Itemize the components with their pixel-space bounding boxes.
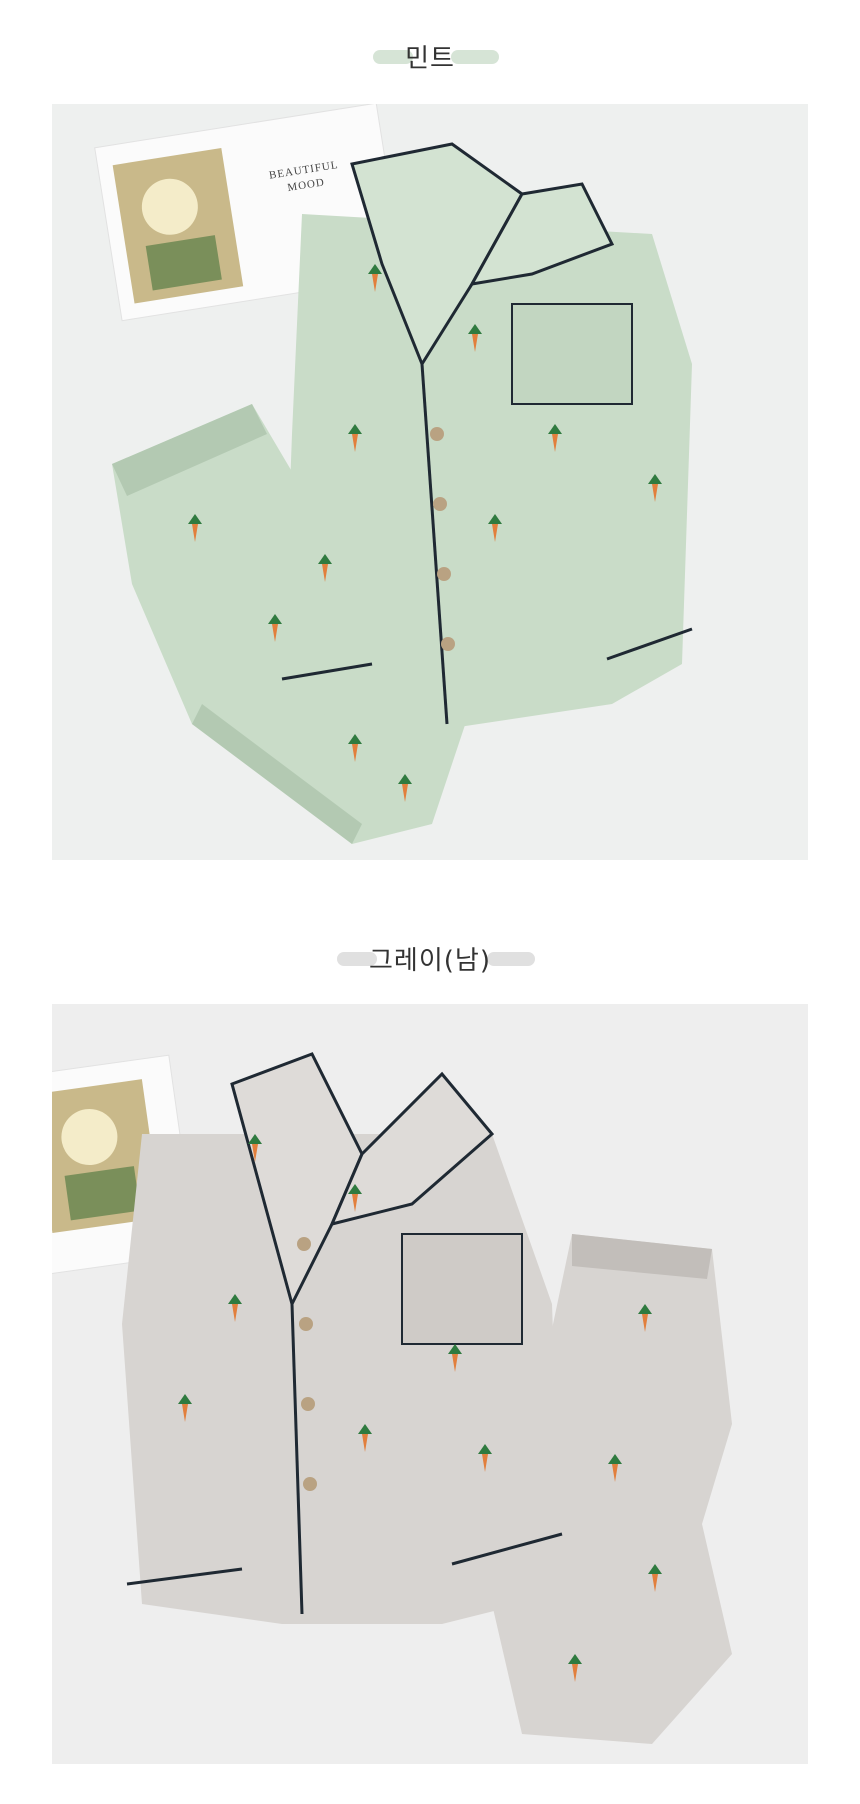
brush-stroke-decoration: [486, 951, 535, 966]
shirt: [122, 1052, 563, 1624]
brush-stroke-decoration: [450, 49, 499, 64]
product-photo-gray: [52, 1004, 808, 1764]
title-wrap: 민트: [373, 38, 499, 75]
title-wrap: 그레이(남): [337, 940, 535, 977]
shirt: [281, 142, 693, 734]
section-title-mint: 민트: [0, 38, 860, 75]
mint-pajama-illustration: BEAUTIFUL MOOD: [94, 104, 693, 844]
section-title-text: 민트: [405, 44, 455, 74]
gray-pajama-illustration: [52, 1052, 732, 1744]
section-title-gray: 그레이(남): [0, 940, 860, 977]
product-photo-mint: BEAUTIFUL MOOD: [52, 104, 808, 860]
section-title-text: 그레이(남): [369, 946, 491, 976]
